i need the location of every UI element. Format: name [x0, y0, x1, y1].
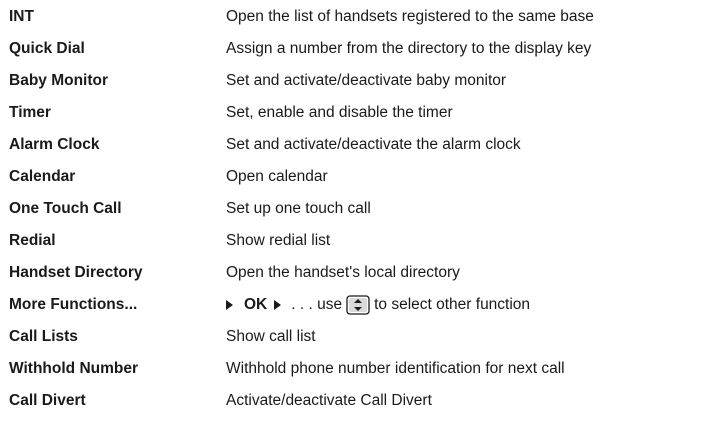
table-row: Withhold Number Withhold phone number id… [0, 354, 716, 384]
table-row: INT Open the list of handsets registered… [0, 2, 716, 32]
function-name: Redial [9, 232, 56, 249]
table-row: Call Divert Activate/deactivate Call Div… [0, 386, 716, 416]
function-name: Call Divert [9, 392, 86, 409]
function-description: Open the handset's local directory [226, 264, 460, 281]
table-row: Baby Monitor Set and activate/deactivate… [0, 66, 716, 96]
table-row: Quick Dial Assign a number from the dire… [0, 34, 716, 64]
function-description: Set and activate/deactivate the alarm cl… [226, 136, 521, 153]
select-text: to select other function [374, 296, 531, 313]
function-name: Handset Directory [9, 264, 143, 281]
function-description: Withhold phone number identification for… [226, 360, 565, 377]
table-row: Alarm Clock Set and activate/deactivate … [0, 130, 716, 160]
function-name: Alarm Clock [9, 136, 100, 153]
function-name: Calendar [9, 168, 76, 185]
function-table: INT Open the list of handsets registered… [0, 0, 716, 442]
function-description: Set up one touch call [226, 200, 371, 217]
arrow-right-icon [226, 300, 233, 310]
function-description: Set and activate/deactivate baby monitor [226, 72, 507, 89]
function-description: Show call list [226, 328, 316, 345]
navigation-key-icon [346, 295, 370, 315]
table-row: More Functions... OK . . . use to select… [0, 290, 716, 320]
function-description: Activate/deactivate Call Divert [226, 392, 432, 409]
function-name: Withhold Number [9, 360, 139, 377]
function-name: Quick Dial [9, 40, 85, 57]
function-description: Assign a number from the directory to th… [226, 40, 592, 57]
function-description: Open the list of handsets registered to … [226, 8, 594, 25]
ok-key-label: OK [244, 296, 268, 313]
use-text: . . . use [291, 296, 343, 313]
arrow-right-icon [274, 300, 282, 310]
function-name: Timer [9, 104, 51, 121]
table-row: Timer Set, enable and disable the timer [0, 98, 716, 128]
function-description: Set, enable and disable the timer [226, 104, 453, 121]
table-row: Redial Show redial list [0, 226, 716, 256]
function-description: OK . . . use to select other function [226, 295, 530, 315]
function-description: Open calendar [226, 168, 328, 185]
function-name: Call Lists [9, 328, 78, 345]
table-row: Call Lists Show call list [0, 322, 716, 352]
function-name: More Functions... [9, 296, 138, 313]
function-name: Baby Monitor [9, 72, 109, 89]
function-name: One Touch Call [9, 200, 122, 217]
function-name: INT [9, 8, 34, 25]
function-description: Show redial list [226, 232, 331, 249]
table-row: Calendar Open calendar [0, 162, 716, 192]
table-row: Handset Directory Open the handset's loc… [0, 258, 716, 288]
table-row: One Touch Call Set up one touch call [0, 194, 716, 224]
